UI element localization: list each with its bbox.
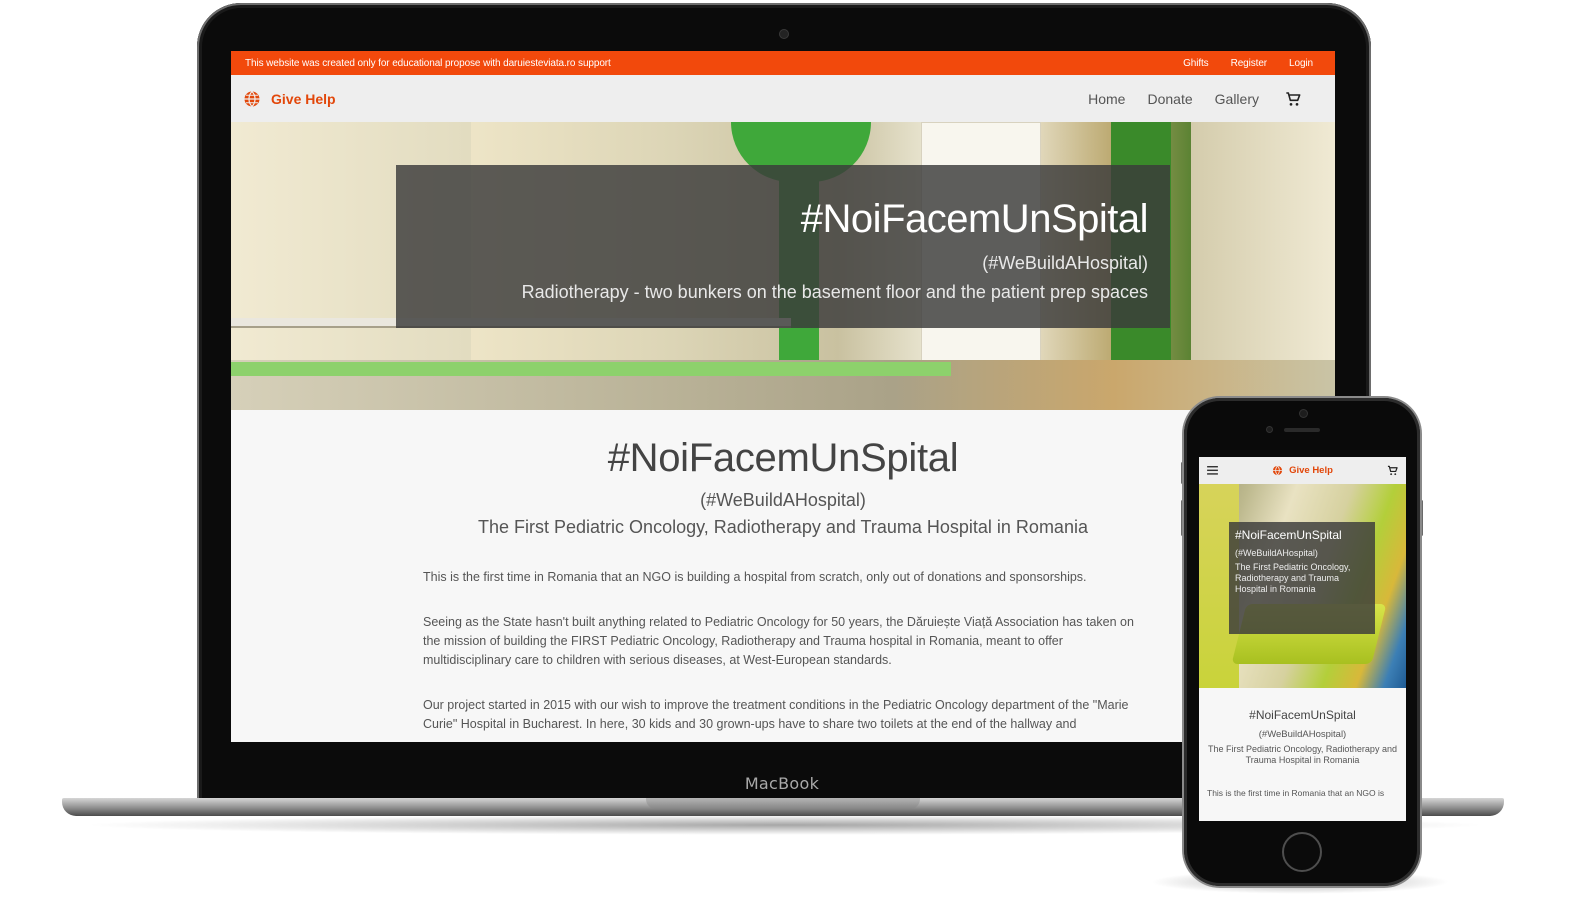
notice-bar: This website was created only for educat… — [231, 51, 1335, 75]
hero-subtitle: (#WeBuildAHospital) — [982, 253, 1148, 273]
phone-home-button[interactable] — [1282, 832, 1322, 872]
hero-caption: Radiotherapy - two bunkers on the baseme… — [521, 282, 1148, 302]
phone-brand-link[interactable]: Give Help — [1272, 465, 1333, 476]
nav-donate[interactable]: Donate — [1147, 91, 1192, 107]
menu-icon[interactable] — [1207, 466, 1218, 475]
phone-page-tagline: The First Pediatric Oncology, Radiothera… — [1208, 744, 1397, 765]
brand-link[interactable]: Give Help — [243, 90, 336, 108]
phone-brand-name: Give Help — [1289, 465, 1333, 476]
page-title: #NoiFacemUnSpital — [607, 436, 959, 480]
phone-hero-subtitle: (#WeBuildAHospital) — [1235, 548, 1318, 558]
paragraph: This is the first time in Romania that a… — [423, 570, 1087, 584]
article-body: This is the first time in Romania that a… — [423, 568, 1143, 734]
nav-home[interactable]: Home — [1088, 91, 1125, 107]
phone-paragraph: This is the first time in Romania that a… — [1207, 788, 1385, 798]
phone-side-button — [1420, 500, 1423, 536]
phone-hero-title: #NoiFacemUnSpital — [1235, 528, 1342, 542]
hero-banner: #NoiFacemUnSpital (#WeBuildAHospital) Ra… — [231, 122, 1335, 410]
globe-icon — [244, 90, 260, 107]
phone-camera — [1300, 410, 1307, 417]
page-subtitle: (#WeBuildAHospital) — [700, 490, 866, 510]
phone-screen: Give Help #NoiFacemUnSpital (#WeBuildAHo… — [1199, 457, 1406, 821]
laptop-screen: This website was created only for educat… — [231, 51, 1335, 742]
mockup-stage: MacBook This website was created only fo… — [0, 0, 1584, 908]
hero-green-stripe — [231, 362, 951, 376]
phone-main-content: #NoiFacemUnSpital (#WeBuildAHospital) Th… — [1199, 688, 1406, 798]
main-navbar: Give Help Home Donate Gallery — [231, 75, 1335, 122]
top-links: Ghifts Register Login — [1183, 58, 1321, 69]
hero-title: #NoiFacemUnSpital — [800, 197, 1149, 241]
laptop-brand-label: MacBook — [744, 774, 820, 793]
paragraph: Seeing as the State hasn't built anythin… — [423, 615, 1134, 667]
cart-button[interactable] — [1285, 91, 1301, 107]
shopping-cart-icon[interactable] — [1387, 465, 1398, 476]
phone-hero-caption-box: #NoiFacemUnSpital (#WeBuildAHospital) Th… — [1229, 522, 1375, 634]
laptop-hinge-notch — [646, 798, 920, 809]
register-link[interactable]: Register — [1231, 58, 1268, 69]
phone-page-subtitle: (#WeBuildAHospital) — [1258, 729, 1347, 740]
phone-hero-banner: #NoiFacemUnSpital (#WeBuildAHospital) Th… — [1199, 484, 1406, 688]
login-link[interactable]: Login — [1289, 58, 1313, 69]
gifts-link[interactable]: Ghifts — [1183, 58, 1209, 69]
paragraph: Our project started in 2015 with our wis… — [423, 698, 1129, 731]
main-content: #NoiFacemUnSpital (#WeBuildAHospital) Th… — [231, 410, 1335, 734]
nav-gallery[interactable]: Gallery — [1215, 91, 1259, 107]
laptop-camera — [780, 30, 788, 38]
phone-speaker — [1284, 428, 1320, 432]
shopping-cart-icon — [1286, 91, 1301, 106]
phone-page-title: #NoiFacemUnSpital — [1249, 708, 1356, 722]
phone-sensor — [1267, 427, 1272, 432]
globe-icon — [1272, 465, 1283, 476]
nav-links: Home Donate Gallery — [1088, 91, 1323, 107]
brand-name: Give Help — [271, 90, 336, 107]
phone-navbar: Give Help — [1199, 457, 1406, 484]
phone-hero-caption: The First Pediatric Oncology, Radiothera… — [1235, 562, 1351, 594]
page-tagline: The First Pediatric Oncology, Radiothera… — [478, 517, 1088, 537]
notice-text: This website was created only for educat… — [245, 57, 611, 69]
hero-caption-box: #NoiFacemUnSpital (#WeBuildAHospital) Ra… — [396, 165, 1170, 328]
